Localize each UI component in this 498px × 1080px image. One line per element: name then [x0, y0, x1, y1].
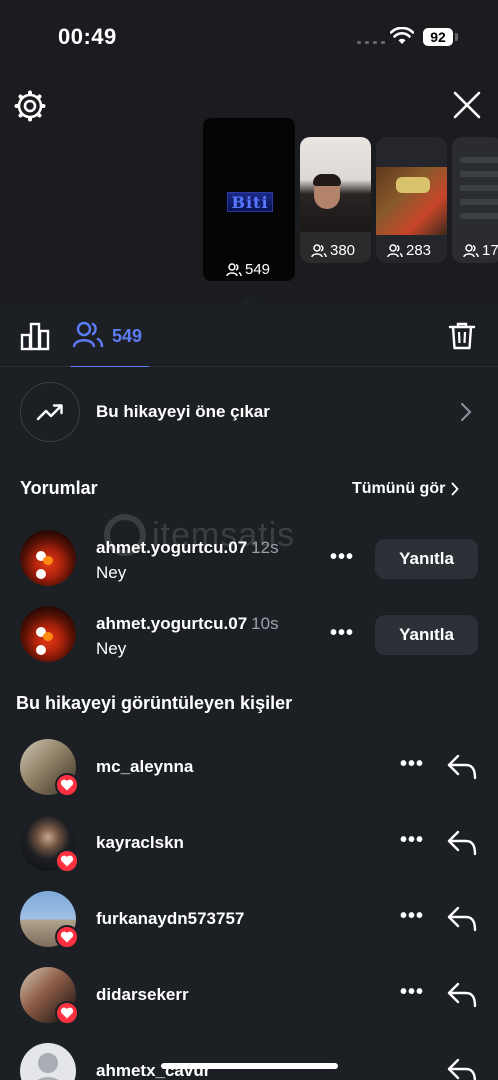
- story-photo-detail: [396, 177, 430, 193]
- see-all-link[interactable]: Tümünü gör: [352, 480, 460, 498]
- people-icon: [311, 243, 327, 257]
- story-viewers-value: 549: [245, 261, 271, 278]
- story-photo-hair: [313, 174, 341, 186]
- story-header: 00:49 92 Biti 549 380 283 17: [0, 0, 498, 305]
- gear-icon[interactable]: [14, 90, 46, 122]
- comment-text: Ney: [96, 563, 127, 582]
- viewer-row[interactable]: mc_aleynna •••: [0, 739, 498, 799]
- bar-chart-icon[interactable]: [20, 321, 50, 351]
- comment-username[interactable]: ahmet.yogurtcu.07 10s: [96, 614, 279, 634]
- heart-icon: [55, 1001, 79, 1025]
- more-options-icon[interactable]: •••: [400, 981, 424, 1004]
- avatar[interactable]: [20, 530, 76, 586]
- viewer-row[interactable]: furkanaydn573757 •••: [0, 891, 498, 951]
- people-icon: [387, 243, 403, 257]
- viewers-title: Bu hikayeyi görüntüleyen kişiler: [16, 693, 293, 713]
- home-indicator[interactable]: [161, 1063, 338, 1069]
- insights-tabs: 549: [0, 305, 498, 367]
- reply-icon[interactable]: [446, 753, 478, 781]
- viewer-username[interactable]: didarsekerr: [96, 985, 189, 1005]
- viewer-username[interactable]: mc_aleynna: [96, 757, 193, 777]
- story-viewers-value: 380: [330, 242, 356, 259]
- story-viewers-count: 549: [226, 261, 270, 278]
- viewer-username[interactable]: furkanaydn573757: [96, 909, 244, 929]
- more-options-icon[interactable]: •••: [330, 622, 354, 645]
- comment-time: 10s: [251, 614, 279, 633]
- viewer-row[interactable]: kayraclskn •••: [0, 815, 498, 875]
- more-options-icon[interactable]: •••: [400, 829, 424, 852]
- chevron-right-icon: [451, 482, 460, 496]
- story-viewers-count: 17: [463, 242, 498, 259]
- trending-up-icon: [36, 404, 63, 421]
- story-viewers-count: 380: [311, 242, 355, 259]
- reply-icon[interactable]: [446, 981, 478, 1009]
- comment-text: Ney: [96, 639, 127, 658]
- avatar[interactable]: [20, 606, 76, 662]
- comment-row: ahmet.yogurtcu.07 12s Ney ••• Yanıtla: [0, 530, 498, 590]
- promote-label: Bu hikayeyi öne çıkar: [96, 402, 270, 421]
- more-options-icon[interactable]: •••: [330, 546, 354, 569]
- viewers-count: 549: [112, 326, 143, 346]
- viewer-row[interactable]: didarsekerr •••: [0, 967, 498, 1027]
- story-photo: [460, 157, 498, 227]
- heart-icon: [55, 773, 79, 797]
- comment-username[interactable]: ahmet.yogurtcu.07 12s: [96, 538, 279, 558]
- promote-icon-wrapper: [20, 382, 80, 442]
- story-viewers-value: 283: [406, 242, 432, 259]
- comments-title: Yorumlar: [20, 478, 98, 498]
- people-icon: [72, 321, 104, 348]
- promote-story-row[interactable]: Bu hikayeyi öne çıkar: [0, 380, 498, 444]
- more-options-icon[interactable]: •••: [400, 753, 424, 776]
- battery-cap: [455, 33, 458, 41]
- comment-username-text: ahmet.yogurtcu.07: [96, 538, 248, 557]
- story-viewers-count: 283: [387, 242, 431, 259]
- heart-icon: [55, 849, 79, 873]
- comment-username-text: ahmet.yogurtcu.07: [96, 614, 248, 633]
- people-icon: [463, 243, 479, 257]
- chevron-right-icon: [461, 403, 472, 421]
- selected-story-pointer: [238, 293, 262, 305]
- trash-icon[interactable]: [448, 321, 476, 351]
- comment-row: ahmet.yogurtcu.07 10s Ney ••• Yanıtla: [0, 606, 498, 666]
- heart-icon: [55, 925, 79, 949]
- more-options-icon[interactable]: •••: [400, 905, 424, 928]
- reply-button[interactable]: Yanıtla: [375, 615, 478, 655]
- viewer-row[interactable]: ahmetx_cavur: [0, 1043, 498, 1080]
- comment-time: 12s: [251, 538, 279, 557]
- reply-icon[interactable]: [446, 1057, 478, 1080]
- close-icon[interactable]: [452, 90, 482, 120]
- reply-icon[interactable]: [446, 829, 478, 857]
- reply-button[interactable]: Yanıtla: [375, 539, 478, 579]
- see-all-label: Tümünü gör: [352, 480, 446, 497]
- battery-indicator: 92: [423, 28, 453, 46]
- story-text-sticker: Biti: [227, 192, 273, 212]
- reply-icon[interactable]: [446, 905, 478, 933]
- status-time: 00:49: [58, 24, 117, 49]
- people-icon: [226, 262, 242, 276]
- wifi-icon: [390, 27, 414, 44]
- avatar[interactable]: [20, 1043, 76, 1080]
- viewer-username[interactable]: kayraclskn: [96, 833, 184, 853]
- tab-viewers[interactable]: 549: [70, 305, 149, 367]
- story-viewers-value: 17: [482, 242, 498, 259]
- cellular-signal-icon: [357, 41, 385, 44]
